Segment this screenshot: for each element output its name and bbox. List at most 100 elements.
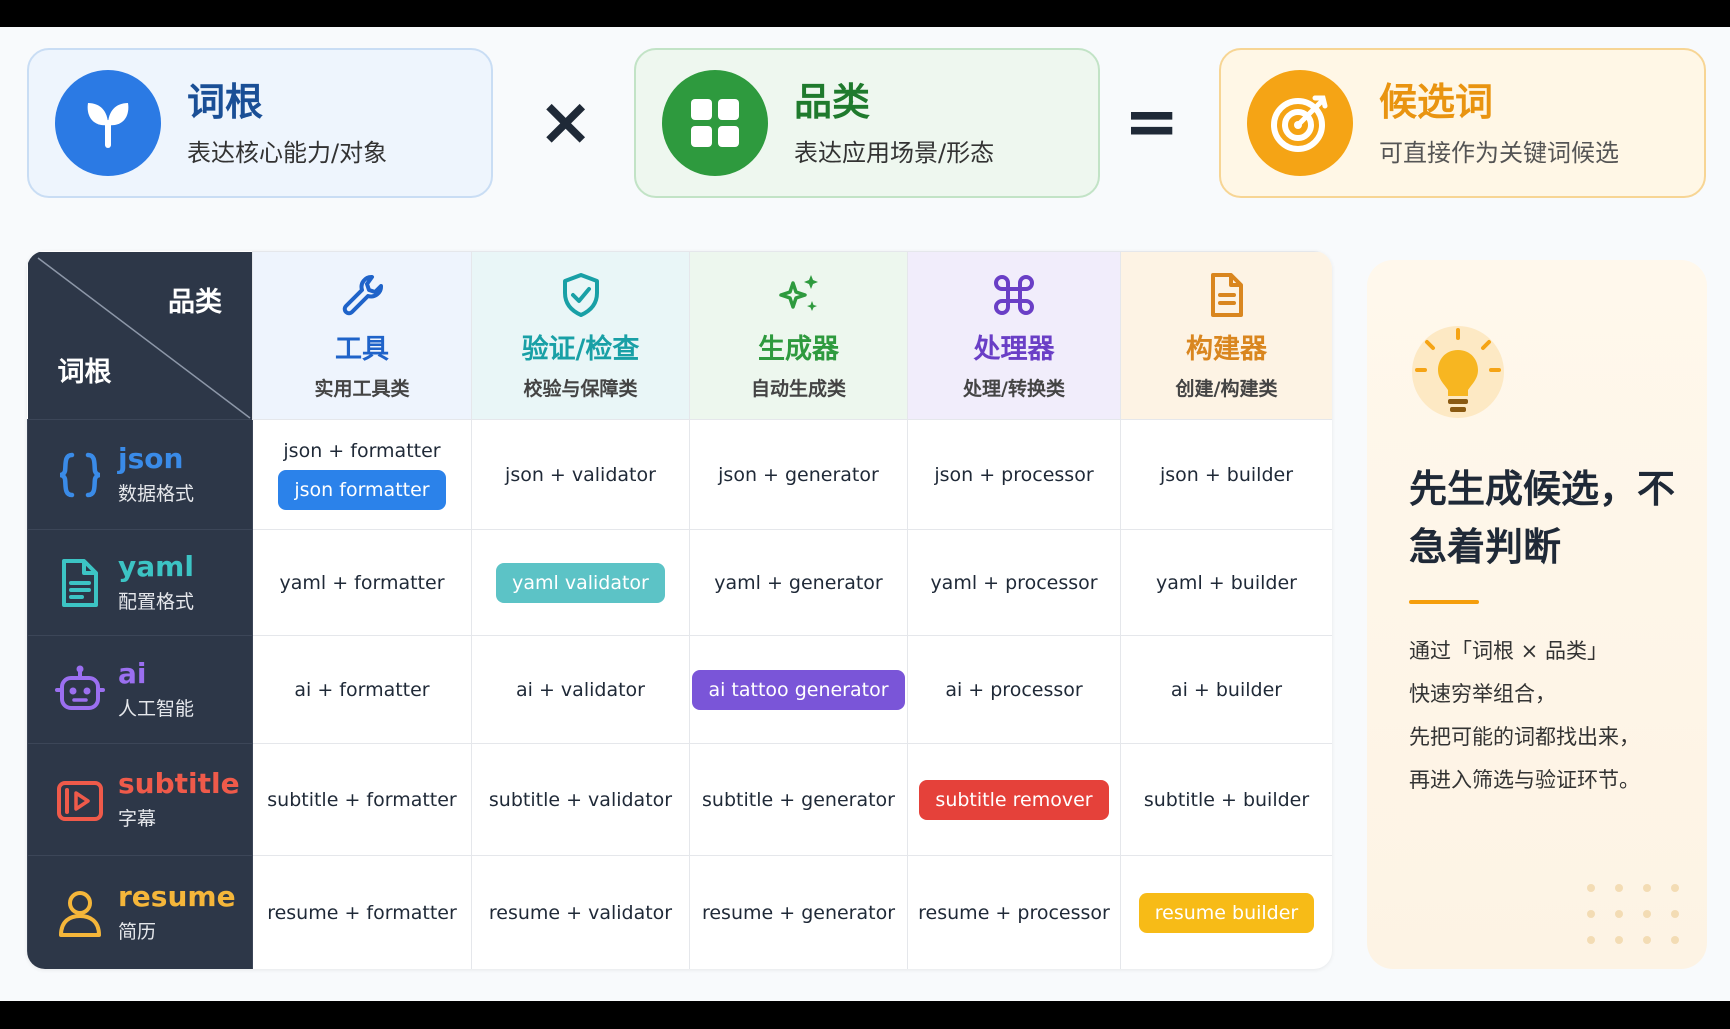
- command-icon: [994, 274, 1034, 315]
- grid-cell: ai tattoo generator: [689, 635, 908, 744]
- grid-cell: resume + generator: [689, 855, 908, 969]
- combination-text: json + formatter: [283, 439, 441, 462]
- candidate-pill: resume builder: [1138, 892, 1315, 933]
- grid-cell: subtitle remover: [907, 743, 1121, 856]
- insight-panel: 先生成候选，不急着判断 通过「词根 × 品类」 快速穷举组合， 先把可能的词都找…: [1367, 260, 1707, 969]
- grid-cell: resume + processor: [907, 855, 1121, 969]
- column-desc: 实用工具类: [314, 377, 410, 400]
- candidate-pill: json formatter: [278, 469, 446, 510]
- grid-cell: ai + validator: [471, 635, 690, 744]
- grid-cell: subtitle + formatter: [252, 743, 472, 856]
- grid-cell: subtitle + validator: [471, 743, 690, 856]
- equals-operator: =: [1124, 83, 1180, 160]
- insight-body: 通过「词根 × 品类」 快速穷举组合， 先把可能的词都找出来， 再进入筛选与验证…: [1409, 630, 1699, 802]
- grid-row-yaml: yaml 配置格式 yaml + formatter yaml validato…: [27, 529, 1332, 636]
- insight-line: 再进入筛选与验证环节。: [1409, 768, 1640, 792]
- insight-line: 快速穷举组合，: [1409, 682, 1556, 706]
- column-header-tool: 工具 实用工具类: [252, 251, 472, 420]
- row-header-json: json 数据格式: [27, 419, 253, 530]
- grid-cell: yaml + builder: [1120, 529, 1332, 636]
- sprout-icon: [55, 70, 161, 176]
- grid-cell: ai + processor: [907, 635, 1121, 744]
- row-header-ai: ai 人工智能: [27, 635, 253, 744]
- candidate-pill: subtitle remover: [919, 779, 1109, 820]
- row-desc: 字幕: [118, 808, 157, 830]
- grid-cell: json + validator: [471, 419, 690, 530]
- grid-cell: yaml validator: [471, 529, 690, 636]
- category-card: 品类 表达应用场景/形态: [634, 48, 1100, 198]
- grid-header-row: 品类 词根 工具 实用工具类 验证/检查 校验与保障类 生成器 自动生成类 处理…: [27, 251, 1332, 420]
- grid-cell: resume + formatter: [252, 855, 472, 969]
- grid-cell: json + processor: [907, 419, 1121, 530]
- row-name: json: [118, 442, 184, 475]
- row-name: subtitle: [118, 767, 240, 800]
- play-frame-icon: [57, 780, 103, 821]
- grid-cell: resume + validator: [471, 855, 690, 969]
- column-header-processor: 处理器 处理/转换类: [907, 251, 1121, 420]
- column-desc: 创建/构建类: [1175, 377, 1278, 400]
- insight-title: 先生成候选，不急着判断: [1409, 467, 1676, 569]
- row-header-subtitle: subtitle 字幕: [27, 743, 253, 856]
- row-desc: 人工智能: [118, 698, 195, 720]
- root-card: 词根 表达核心能力/对象: [27, 48, 493, 198]
- grid-cell: yaml + formatter: [252, 529, 472, 636]
- grid-cell: json + generator: [689, 419, 908, 530]
- row-desc: 数据格式: [118, 483, 195, 505]
- grid-cell: yaml + generator: [689, 529, 908, 636]
- corner-root-label: 词根: [57, 357, 112, 388]
- root-card-subtitle: 表达核心能力/对象: [187, 138, 388, 167]
- document-icon: [1210, 272, 1243, 317]
- column-name: 生成器: [758, 333, 839, 365]
- insight-line: 通过「词根 × 品类」: [1409, 639, 1608, 663]
- combination-grid: 品类 词根 工具 实用工具类 验证/检查 校验与保障类 生成器 自动生成类 处理…: [27, 251, 1332, 969]
- column-header-builder: 构建器 创建/构建类: [1120, 251, 1332, 420]
- column-name: 构建器: [1186, 333, 1267, 365]
- grid-corner: 品类 词根: [27, 251, 253, 420]
- slide-canvas: 词根 表达核心能力/对象 × 品类 表达应用场景/形态 = 候选词 可直接作为关…: [0, 27, 1730, 1001]
- category-card-title: 品类: [794, 79, 871, 124]
- person-icon: [59, 890, 101, 937]
- grid-icon: [662, 70, 768, 176]
- column-name: 工具: [335, 333, 389, 365]
- wrench-icon: [342, 274, 383, 315]
- sparkles-icon: [778, 274, 818, 311]
- corner-category-label: 品类: [168, 286, 222, 318]
- grid-row-resume: resume 简历 resume + formatter resume + va…: [27, 855, 1332, 969]
- grid-row-ai: ai 人工智能 ai + formatter ai + validator ai…: [27, 635, 1332, 744]
- column-header-validator: 验证/检查 校验与保障类: [471, 251, 690, 420]
- grid-cell: ai + builder: [1120, 635, 1332, 744]
- file-text-icon: [62, 558, 98, 607]
- target-icon: [1247, 70, 1353, 176]
- dot-pattern-decoration: [1587, 884, 1679, 944]
- candidate-card: 候选词 可直接作为关键词候选: [1219, 48, 1706, 198]
- grid-row-subtitle: subtitle 字幕 subtitle + formatter subtitl…: [27, 743, 1332, 856]
- row-name: yaml: [118, 550, 194, 583]
- row-desc: 配置格式: [118, 591, 195, 613]
- column-name: 处理器: [973, 333, 1055, 365]
- robot-icon: [55, 665, 105, 710]
- row-header-yaml: yaml 配置格式: [27, 529, 253, 636]
- row-name: resume: [118, 880, 236, 913]
- grid-cell: subtitle + builder: [1120, 743, 1332, 856]
- grid-row-json: json 数据格式 json + formatter json formatte…: [27, 419, 1332, 530]
- candidate-pill: ai tattoo generator: [692, 669, 905, 710]
- grid-cell: subtitle + generator: [689, 743, 908, 856]
- lightbulb-icon: [1412, 326, 1504, 418]
- shield-check-icon: [562, 272, 599, 317]
- grid-cell: resume builder: [1120, 855, 1332, 969]
- column-desc: 处理/转换类: [963, 377, 1065, 400]
- insight-line: 先把可能的词都找出来，: [1409, 725, 1640, 749]
- column-desc: 自动生成类: [750, 377, 846, 400]
- braces-icon: [59, 452, 101, 497]
- accent-divider: [1409, 600, 1479, 604]
- times-operator: ×: [538, 83, 594, 160]
- candidate-card-subtitle: 可直接作为关键词候选: [1379, 138, 1619, 167]
- candidate-card-title: 候选词: [1379, 79, 1494, 124]
- candidate-pill: yaml validator: [496, 562, 665, 603]
- grid-cell: json + builder: [1120, 419, 1332, 530]
- category-card-subtitle: 表达应用场景/形态: [794, 138, 995, 167]
- row-name: ai: [118, 657, 147, 690]
- row-desc: 简历: [118, 921, 157, 943]
- row-header-resume: resume 简历: [27, 855, 253, 969]
- grid-cell: yaml + processor: [907, 529, 1121, 636]
